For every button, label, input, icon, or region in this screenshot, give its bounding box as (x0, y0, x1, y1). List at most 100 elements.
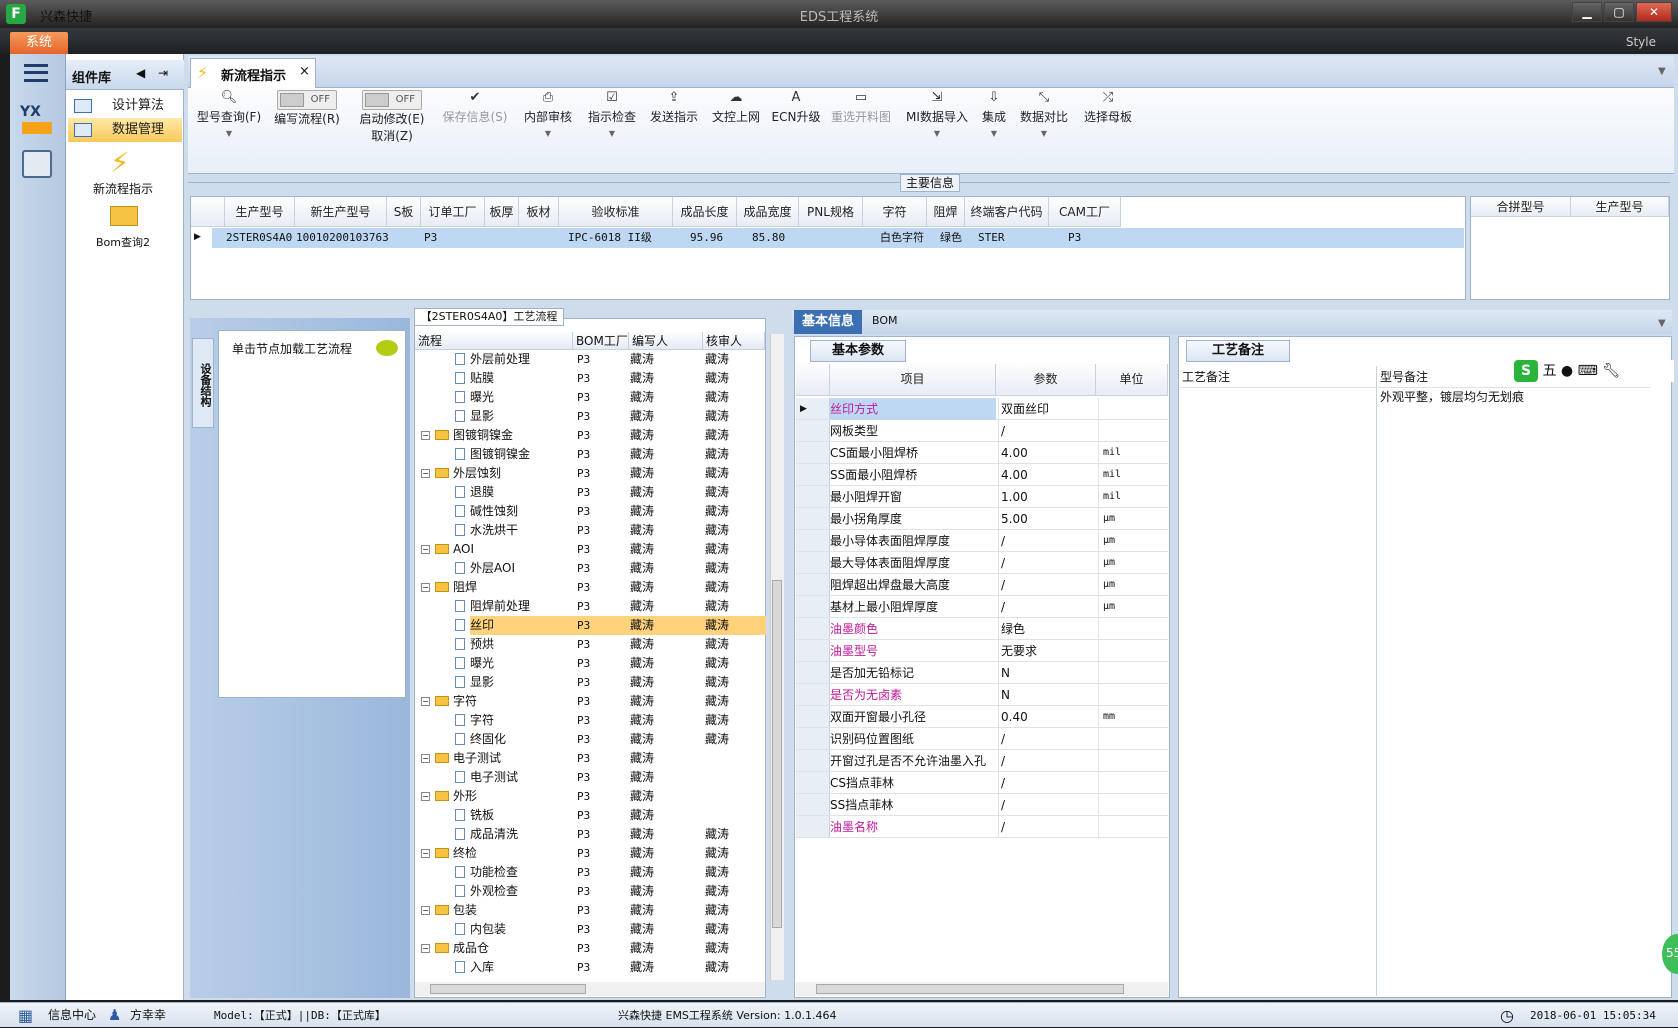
tree-row[interactable]: 显影 P3 藏涛 藏涛 (415, 407, 767, 426)
cell-acceptance-standard[interactable]: IPC-6018 II级 (564, 228, 652, 248)
collapse-toggle-icon[interactable]: − (421, 431, 430, 440)
tree-row[interactable]: 成品清洗 P3 藏涛 藏涛 (415, 825, 767, 844)
cell-character[interactable]: 白色字符 (876, 228, 924, 248)
ecn-upgrade-button[interactable]: A ECN升级 (768, 90, 824, 125)
shortcut-new-flow[interactable]: 新流程指示 (88, 180, 158, 197)
tab-basic-params[interactable]: 基本参数 (810, 340, 906, 362)
cell-length[interactable]: 95.96 (686, 228, 723, 248)
instruction-check-button[interactable]: ☑ 指示检查 ▼ (580, 90, 644, 139)
row-selector[interactable] (796, 552, 830, 573)
sidebar-item-design-algorithm[interactable]: 设计算法 (68, 94, 182, 118)
param-row[interactable]: 是否为无卤素 N (796, 684, 1168, 706)
column-header[interactable]: 参数 (996, 364, 1096, 396)
param-value[interactable]: / (998, 530, 1096, 551)
cell-solder-mask[interactable]: 绿色 (936, 228, 962, 248)
tree-row[interactable]: − 包装 P3 藏涛 藏涛 (415, 901, 767, 920)
column-header[interactable]: 新生产型号 (295, 197, 387, 227)
param-row[interactable]: 网板类型 / (796, 420, 1168, 442)
scroll-thumb[interactable] (816, 984, 1124, 994)
pin-icon[interactable]: ⇥ (158, 66, 168, 80)
row-selector[interactable] (796, 486, 830, 507)
tree-row[interactable]: 外层AOI P3 藏涛 藏涛 (415, 559, 767, 578)
param-value[interactable]: 0.40 (998, 706, 1096, 727)
collapse-left-icon[interactable]: ◀ (136, 66, 145, 80)
tree-row[interactable]: − 图镀铜镍金 P3 藏涛 藏涛 (415, 426, 767, 445)
column-header[interactable]: 合拼型号 (1471, 197, 1571, 217)
tree-row[interactable]: 功能检查 P3 藏涛 藏涛 (415, 863, 767, 882)
param-row[interactable]: 最小导体表面阻焊厚度 / μm (796, 530, 1168, 552)
row-selector[interactable] (796, 662, 830, 683)
tree-row[interactable]: 电子测试 P3 藏涛 (415, 768, 767, 787)
collapse-toggle-icon[interactable]: − (421, 792, 430, 801)
row-selector[interactable] (796, 618, 830, 639)
cell-new-production-model[interactable]: 10010200103763 (292, 228, 389, 248)
param-value[interactable]: 绿色 (998, 618, 1096, 639)
tree-row[interactable]: 外层前处理 P3 藏涛 藏涛 (415, 350, 767, 369)
row-selector[interactable] (796, 420, 830, 441)
column-header[interactable]: 阻焊 (927, 197, 965, 227)
row-selector[interactable] (796, 772, 830, 793)
sidebar-item-data-management[interactable]: 数据管理 (68, 118, 182, 142)
cell-order-factory[interactable]: P3 (420, 228, 437, 248)
tree-row[interactable]: 字符 P3 藏涛 藏涛 (415, 711, 767, 730)
tab-process-notes[interactable]: 工艺备注 (1186, 340, 1290, 362)
tree-row[interactable]: − 外形 P3 藏涛 (415, 787, 767, 806)
tree-row[interactable]: 外观检查 P3 藏涛 藏涛 (415, 882, 767, 901)
param-value[interactable]: / (998, 794, 1096, 815)
row-selector[interactable] (796, 684, 830, 705)
shortcut-bom-query[interactable]: Bom查询2 (88, 234, 158, 250)
cell-customer-code[interactable]: STER (974, 228, 1005, 248)
column-header[interactable]: 核审人 (703, 332, 765, 350)
param-row[interactable]: SS面最小阻焊桥 4.00 mil (796, 464, 1168, 486)
cell-cam-factory[interactable]: P3 (1064, 228, 1081, 248)
internal-review-button[interactable]: ⎙ 内部审核 ▼ (516, 90, 580, 139)
column-header[interactable]: 单位 (1096, 364, 1168, 396)
close-button[interactable]: ✕ (1636, 2, 1672, 22)
select-mother-button[interactable]: ⤮ 选择母板 (1078, 90, 1138, 125)
collapse-toggle-icon[interactable]: − (421, 545, 430, 554)
row-selector[interactable] (796, 794, 830, 815)
tree-row[interactable]: 终固化 P3 藏涛 藏涛 (415, 730, 767, 749)
table-row[interactable] (212, 228, 1464, 248)
param-row[interactable]: ▶ 丝印方式 双面丝印 (796, 398, 1168, 420)
edit-flow-toggle[interactable]: OFF (277, 90, 337, 110)
column-header[interactable]: 生产型号 (1571, 197, 1669, 217)
param-value[interactable]: 5.00 (998, 508, 1096, 529)
param-row[interactable]: 最小阻焊开窗 1.00 mil (796, 486, 1168, 508)
tree-row[interactable]: 水洗烘干 P3 藏涛 藏涛 (415, 521, 767, 540)
param-value[interactable]: 4.00 (998, 442, 1096, 463)
scroll-thumb[interactable] (430, 984, 586, 994)
column-header[interactable]: 流程 (415, 332, 573, 350)
collapse-toggle-icon[interactable]: − (421, 906, 430, 915)
tree-row[interactable]: − 字符 P3 藏涛 藏涛 (415, 692, 767, 711)
query-button[interactable]: 🔍︎ 型号查询(F) ▼ (194, 90, 264, 139)
param-value[interactable]: / (998, 772, 1096, 793)
param-value[interactable]: / (998, 596, 1096, 617)
param-row[interactable]: 双面开窗最小孔径 0.40 mm (796, 706, 1168, 728)
column-header[interactable]: 成品宽度 (737, 197, 799, 227)
row-selector[interactable]: ▶ (796, 398, 830, 419)
row-selector[interactable] (796, 596, 830, 617)
row-selector[interactable] (796, 574, 830, 595)
tree-row[interactable]: − 电子测试 P3 藏涛 (415, 749, 767, 768)
param-row[interactable]: 油墨型号 无要求 (796, 640, 1168, 662)
tab-close-icon[interactable]: × (299, 64, 310, 79)
param-value[interactable]: / (998, 816, 1096, 837)
file-upload-button[interactable]: ☁ 文控上网 (706, 90, 766, 125)
tree-row[interactable]: 碱性蚀刻 P3 藏涛 藏涛 (415, 502, 767, 521)
tree-row[interactable]: − 阻焊 P3 藏涛 藏涛 (415, 578, 767, 597)
param-row[interactable]: CS挡点菲林 / (796, 772, 1168, 794)
calculator-icon[interactable] (22, 150, 52, 178)
column-header[interactable]: 订单工厂 (421, 197, 485, 227)
row-selector[interactable] (796, 816, 830, 837)
tree-row[interactable]: 显影 P3 藏涛 藏涛 (415, 673, 767, 692)
integrate-button[interactable]: ⇩ 集成 ▼ (974, 90, 1014, 139)
param-row[interactable]: 识别码位置图纸 / (796, 728, 1168, 750)
tree-row[interactable]: 贴膜 P3 藏涛 藏涛 (415, 369, 767, 388)
param-value[interactable]: 无要求 (998, 640, 1096, 661)
column-header[interactable]: BOM工厂 (573, 332, 629, 350)
scroll-thumb[interactable] (772, 580, 782, 928)
param-value[interactable]: 4.00 (998, 464, 1096, 485)
param-row[interactable]: 阻焊超出焊盘最大高度 / μm (796, 574, 1168, 596)
collapse-toggle-icon[interactable]: − (421, 754, 430, 763)
